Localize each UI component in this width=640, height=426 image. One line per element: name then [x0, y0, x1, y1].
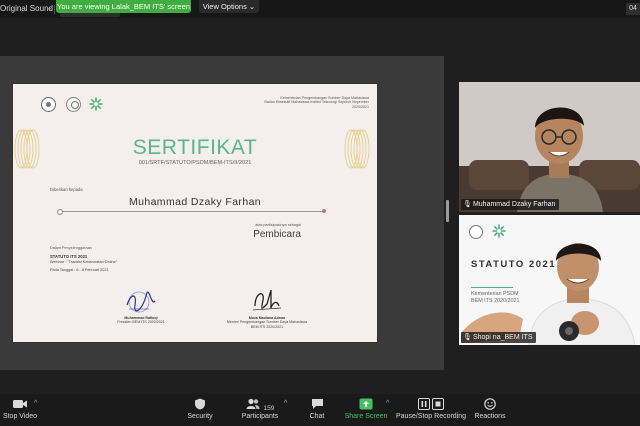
its-logo-icon: [469, 225, 483, 239]
recording-label: Pause/Stop Recording: [396, 413, 467, 420]
pause-stop-recording-button[interactable]: Pause/Stop Recording: [396, 398, 466, 420]
share-screen-button[interactable]: ^ Share Screen: [340, 398, 392, 420]
slide-subtitle-line: Kementerian PSDM: [471, 291, 519, 297]
split-view-drag-handle[interactable]: [446, 200, 449, 222]
video-camera-icon: [13, 400, 27, 408]
signer-role: Presiden BEM ITS 2020/2021: [117, 320, 165, 325]
participants-button[interactable]: 159 ^ Participants: [232, 398, 288, 420]
signature-left: [126, 291, 156, 313]
issuer-line: 2020/2021: [352, 104, 369, 109]
meeting-control-bar: ^ Stop Video Security 159 ^ Participants…: [0, 394, 640, 426]
bem-logo-icon: [66, 97, 81, 112]
slide-subtitle-line: BEM ITS 2020/2021: [471, 298, 520, 304]
event-name: STATUTO ITS 2021: [50, 254, 88, 259]
chevron-down-icon[interactable]: ⌄: [46, 3, 53, 12]
underline-endpoint: [57, 209, 63, 215]
certificate-number: 001/SRTF/STATUTO/PSDM/BEM-ITS/II/2021: [138, 160, 252, 166]
slide-title: STATUTO 2021: [471, 259, 557, 270]
stop-video-label: Stop Video: [2, 413, 38, 420]
microphone-icon: 🎙: [463, 201, 472, 208]
chevron-up-icon[interactable]: ^: [284, 400, 287, 407]
chevron-up-icon[interactable]: ^: [34, 400, 37, 407]
toolbar-divider: [54, 5, 55, 14]
participant-video-feed: [459, 215, 640, 345]
stop-video-button[interactable]: ^ Stop Video: [0, 398, 40, 420]
recording-icon-group: [396, 398, 466, 410]
certificate-title: SERTIFIKAT: [132, 136, 258, 159]
chat-label: Chat: [309, 413, 325, 420]
viewing-screen-banner: You are viewing Lalak_BEM ITS' screen: [56, 0, 191, 13]
share-screen-label: Share Screen: [344, 413, 388, 420]
participant-name-tag: 🎙 Muhammad Dzaky Farhan: [461, 199, 560, 210]
reactions-button[interactable]: Reactions: [472, 398, 508, 420]
top-right-indicator: 04: [626, 3, 640, 15]
its-logo-icon: [41, 97, 56, 112]
certificate-document: Kementerian Pengembangan Sumber Daya Mah…: [13, 84, 377, 342]
statuto-logo-icon: [492, 224, 506, 238]
underline-endpoint: [322, 209, 326, 213]
slide-divider: [471, 287, 513, 288]
chevron-up-icon[interactable]: ^: [386, 400, 389, 407]
name-underline: [60, 211, 324, 212]
signer-role: BEM ITS 2020/2021: [250, 324, 284, 329]
microphone-icon: 🎙: [463, 334, 472, 341]
participant-role: Pembicara: [253, 229, 301, 240]
people-icon: [246, 398, 260, 409]
stop-icon[interactable]: [431, 398, 444, 410]
certificate-issuer: Kementerian Pengembangan Sumber Daya Mah…: [219, 96, 369, 109]
participant-name-tag: 🎙 Shopi na_BEM ITS: [461, 332, 537, 343]
participant-video-tile[interactable]: STATUTO 2021 Kementerian PSDM BEM ITS 20…: [459, 215, 640, 345]
share-screen-icon: [359, 398, 373, 410]
given-to-label: Diberikan kepada: [50, 187, 83, 192]
statuto-logo-icon: [89, 97, 103, 111]
slide-subtitle: Kementerian PSDM BEM ITS 2020/2021: [471, 291, 520, 305]
smiley-icon: [484, 398, 496, 410]
recipient-name: Muhammad Dzaky Farhan: [128, 196, 262, 208]
reactions-label: Reactions: [474, 413, 506, 420]
event-intro-label: Dalam Penyelenggaraan: [50, 246, 92, 250]
chat-bubble-icon: [311, 399, 323, 409]
chevron-down-icon: ⌄: [248, 2, 256, 11]
signer-left: Muhammad Rafiuqi Presiden BEM ITS 2020/2…: [99, 316, 183, 325]
signature-right: [252, 289, 282, 311]
participant-video-tile[interactable]: 🎙 Muhammad Dzaky Farhan: [459, 82, 640, 212]
event-date: Pada Tanggal : 6 - 8 Februari 2021: [50, 268, 109, 272]
shield-icon: [195, 398, 205, 410]
pause-icon[interactable]: [418, 398, 431, 410]
participant-name: Muhammad Dzaky Farhan: [472, 201, 556, 208]
view-options-label: View Options: [202, 2, 247, 11]
meeting-top-bar: Original Sound ⌄ You are viewing Lalak_B…: [0, 0, 640, 18]
security-button[interactable]: Security: [180, 398, 220, 420]
event-webinar: Webinar : "Transisi Kedaruratan Online": [50, 260, 118, 264]
security-label: Security: [187, 413, 213, 420]
participants-icon-group: 159: [232, 398, 288, 412]
participant-video-feed: [459, 82, 640, 212]
participation-label: atas partisipasinya sebagai: [255, 223, 301, 227]
participant-name: Shopi na_BEM ITS: [472, 334, 533, 341]
original-sound-toggle[interactable]: Original Sound: [0, 4, 53, 13]
view-options-button[interactable]: View Options ⌄: [199, 0, 259, 13]
chat-button[interactable]: Chat: [300, 398, 334, 420]
participants-label: Participants: [241, 413, 279, 420]
participants-count: 159: [263, 405, 275, 412]
signer-right: Moza Maulana Adnan Menteri Pengembangan …: [219, 316, 315, 329]
